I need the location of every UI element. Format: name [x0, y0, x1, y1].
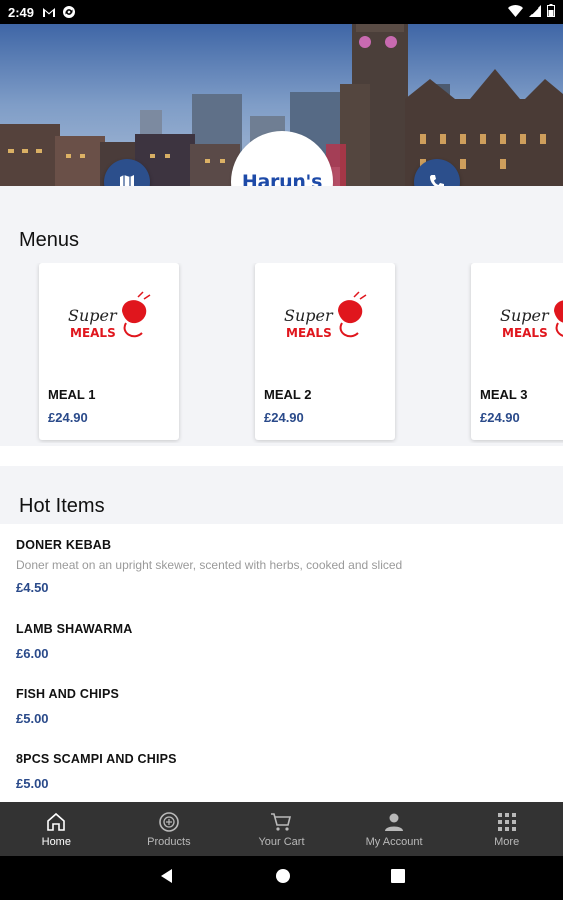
cart-icon [270, 811, 292, 833]
nav-products-label: Products [147, 835, 191, 848]
super-logo-text: Super [500, 306, 550, 325]
meals-logo-text: MEALS [70, 326, 116, 340]
menu-card-price: £24.90 [48, 410, 88, 425]
hot-item-price: £5.00 [16, 776, 49, 791]
hot-items-header: Hot Items [0, 466, 563, 524]
nav-more-label: More [494, 835, 520, 848]
hot-item-name: FISH AND CHIPS [16, 687, 120, 701]
list-item[interactable]: DONER KEBAB Doner meat on an upright ske… [16, 538, 402, 595]
meals-logo-text: MEALS [502, 326, 548, 340]
menu-card-name: MEAL 3 [480, 387, 528, 402]
home-icon [45, 811, 67, 833]
meals-logo-text: MEALS [286, 326, 332, 340]
hot-items-title: Hot Items [19, 495, 105, 517]
hot-item-name: DONER KEBAB [16, 538, 112, 552]
hot-item-name: LAMB SHAWARMA [16, 622, 133, 636]
menus-title: Menus [19, 229, 80, 251]
menu-cards-carousel[interactable]: Super MEALS MEAL 1 £24.90 Super MEALS ME… [0, 263, 563, 443]
sync-icon [62, 5, 76, 19]
super-meals-logo: Super MEALS [471, 263, 563, 373]
section-divider [0, 446, 563, 466]
recents-icon[interactable] [390, 868, 405, 888]
nav-cart[interactable]: Your Cart [225, 802, 338, 856]
status-time: 2:49 [8, 4, 35, 20]
hot-item-name: 8PCS SCAMPI AND CHIPS [16, 752, 177, 766]
menus-section: Menus Super MEALS MEAL 1 £24.90 Super ME… [0, 186, 563, 446]
menu-card-price: £24.90 [264, 410, 304, 425]
menu-card-name: MEAL 2 [264, 387, 312, 402]
signal-icon [529, 4, 541, 20]
hot-items-list[interactable]: DONER KEBAB Doner meat on an upright ske… [0, 524, 563, 802]
system-navigation-bar [0, 856, 563, 900]
products-icon [158, 811, 180, 833]
nav-more[interactable]: More [450, 802, 563, 856]
super-meals-logo: Super MEALS [39, 263, 179, 373]
grid-icon [496, 811, 518, 833]
hot-item-description: Doner meat on an upright skewer, scented… [16, 558, 403, 572]
nav-cart-label: Your Cart [258, 835, 305, 848]
nav-home[interactable]: Home [0, 802, 113, 856]
menu-card[interactable]: Super MEALS MEAL 1 £24.90 [39, 263, 179, 440]
battery-icon [547, 4, 555, 20]
hot-item-price: £6.00 [16, 646, 49, 661]
nav-account-label: My Account [365, 835, 423, 848]
wifi-icon [508, 4, 523, 20]
gmail-m-icon [42, 5, 56, 19]
menu-card[interactable]: Super MEALS MEAL 3 £24.90 [471, 263, 563, 440]
back-icon[interactable] [159, 868, 175, 889]
hot-item-price: £5.00 [16, 711, 49, 726]
list-item[interactable]: LAMB SHAWARMA £6.00 [16, 622, 132, 661]
status-bar: 2:49 [0, 0, 563, 24]
account-icon [383, 811, 405, 833]
nav-products[interactable]: Products [113, 802, 226, 856]
nav-account[interactable]: My Account [338, 802, 451, 856]
list-item[interactable]: FISH AND CHIPS £5.00 [16, 687, 119, 726]
bottom-navigation: Home Products Your Cart My Account More [0, 802, 563, 856]
list-item[interactable]: 8PCS SCAMPI AND CHIPS £5.00 [16, 752, 177, 791]
menu-card-price: £24.90 [480, 410, 520, 425]
hot-item-price: £4.50 [16, 580, 49, 595]
home-circle-icon[interactable] [275, 868, 291, 889]
menu-card[interactable]: Super MEALS MEAL 2 £24.90 [255, 263, 395, 440]
super-logo-text: Super [68, 306, 118, 325]
nav-home-label: Home [41, 835, 71, 848]
super-meals-logo: Super MEALS [255, 263, 395, 373]
menu-card-name: MEAL 1 [48, 387, 96, 402]
super-logo-text: Super [284, 306, 334, 325]
